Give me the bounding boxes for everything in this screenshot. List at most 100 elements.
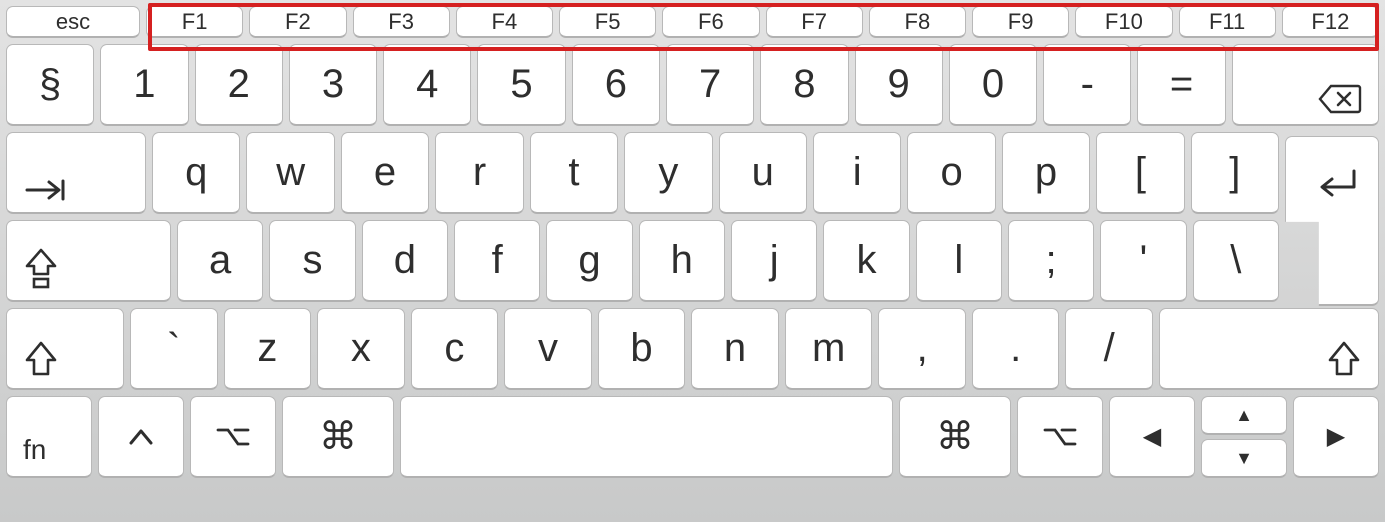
x-key[interactable]: x bbox=[317, 308, 405, 390]
i-key[interactable]: i bbox=[813, 132, 901, 214]
digit-4-label: 4 bbox=[416, 62, 438, 107]
e-key[interactable]: e bbox=[341, 132, 429, 214]
b-label: b bbox=[630, 326, 652, 371]
shift-icon bbox=[1326, 340, 1362, 378]
v-key[interactable]: v bbox=[504, 308, 592, 390]
f2-key[interactable]: F2 bbox=[249, 6, 346, 38]
j-label: j bbox=[770, 238, 779, 283]
o-key[interactable]: o bbox=[907, 132, 995, 214]
b-key[interactable]: b bbox=[598, 308, 686, 390]
control-icon bbox=[127, 427, 155, 447]
bracket-right-key[interactable]: ] bbox=[1191, 132, 1279, 214]
f5-key[interactable]: F5 bbox=[559, 6, 656, 38]
digit-6-key[interactable]: 6 bbox=[572, 44, 660, 126]
f11-key[interactable]: F11 bbox=[1179, 6, 1276, 38]
capslock-key[interactable] bbox=[6, 220, 171, 302]
r-key[interactable]: r bbox=[435, 132, 523, 214]
digit-4-key[interactable]: 4 bbox=[383, 44, 471, 126]
esc-key[interactable]: esc bbox=[6, 6, 140, 38]
f9-label: F9 bbox=[1008, 9, 1034, 35]
l-key[interactable]: l bbox=[916, 220, 1002, 302]
slash-key[interactable]: / bbox=[1065, 308, 1153, 390]
tab-icon bbox=[23, 178, 71, 202]
backslash-key[interactable]: \ bbox=[1193, 220, 1279, 302]
section-key[interactable]: § bbox=[6, 44, 94, 126]
c-key[interactable]: c bbox=[411, 308, 499, 390]
digit-3-key[interactable]: 3 bbox=[289, 44, 377, 126]
shift-icon bbox=[23, 340, 59, 378]
arrow-down-key[interactable]: ▼ bbox=[1201, 439, 1287, 478]
w-key[interactable]: w bbox=[246, 132, 334, 214]
arrow-up-key[interactable]: ▲ bbox=[1201, 396, 1287, 435]
digit-8-key[interactable]: 8 bbox=[760, 44, 848, 126]
f-key[interactable]: f bbox=[454, 220, 540, 302]
f7-key[interactable]: F7 bbox=[766, 6, 863, 38]
j-key[interactable]: j bbox=[731, 220, 817, 302]
digit-3-label: 3 bbox=[322, 62, 344, 107]
f10-key[interactable]: F10 bbox=[1075, 6, 1172, 38]
digit-7-key[interactable]: 7 bbox=[666, 44, 754, 126]
f-label: f bbox=[492, 238, 503, 283]
minus-key[interactable]: - bbox=[1043, 44, 1131, 126]
space-key[interactable] bbox=[400, 396, 893, 478]
n-key[interactable]: n bbox=[691, 308, 779, 390]
t-label: t bbox=[568, 150, 579, 195]
backspace-key[interactable] bbox=[1232, 44, 1379, 126]
left-command-key[interactable]: ⌘ bbox=[282, 396, 394, 478]
function-keys-row: esc F1 F2 F3 F4 F5 F6 F7 F8 F9 F10 F11 F… bbox=[6, 6, 1379, 38]
f8-key[interactable]: F8 bbox=[869, 6, 966, 38]
arrow-right-key[interactable]: ▶ bbox=[1293, 396, 1379, 478]
f3-key[interactable]: F3 bbox=[353, 6, 450, 38]
s-key[interactable]: s bbox=[269, 220, 355, 302]
g-label: g bbox=[578, 238, 600, 283]
a-key[interactable]: a bbox=[177, 220, 263, 302]
fn-key[interactable]: fn bbox=[6, 396, 92, 478]
period-key[interactable]: . bbox=[972, 308, 1060, 390]
f1-key[interactable]: F1 bbox=[146, 6, 243, 38]
backtick-label: ` bbox=[167, 326, 180, 371]
f9-key[interactable]: F9 bbox=[972, 6, 1069, 38]
z-key[interactable]: z bbox=[224, 308, 312, 390]
p-key[interactable]: p bbox=[1002, 132, 1090, 214]
backtick-key[interactable]: ` bbox=[130, 308, 218, 390]
digit-0-label: 0 bbox=[982, 62, 1004, 107]
d-key[interactable]: d bbox=[362, 220, 448, 302]
control-key[interactable] bbox=[98, 396, 184, 478]
g-key[interactable]: g bbox=[546, 220, 632, 302]
arrow-up-down-group: ▲ ▼ bbox=[1201, 396, 1287, 478]
right-command-key[interactable]: ⌘ bbox=[899, 396, 1011, 478]
p-label: p bbox=[1035, 150, 1057, 195]
arrow-left-key[interactable]: ◀ bbox=[1109, 396, 1195, 478]
f6-label: F6 bbox=[698, 9, 724, 35]
q-label: q bbox=[185, 150, 207, 195]
t-key[interactable]: t bbox=[530, 132, 618, 214]
q-key[interactable]: q bbox=[152, 132, 240, 214]
digit-5-key[interactable]: 5 bbox=[477, 44, 565, 126]
digit-1-key[interactable]: 1 bbox=[100, 44, 188, 126]
m-key[interactable]: m bbox=[785, 308, 873, 390]
f12-key[interactable]: F12 bbox=[1282, 6, 1379, 38]
digit-9-key[interactable]: 9 bbox=[855, 44, 943, 126]
left-option-key[interactable] bbox=[190, 396, 276, 478]
equals-key[interactable]: = bbox=[1137, 44, 1225, 126]
k-key[interactable]: k bbox=[823, 220, 909, 302]
f6-key[interactable]: F6 bbox=[662, 6, 759, 38]
u-key[interactable]: u bbox=[719, 132, 807, 214]
i-label: i bbox=[853, 150, 862, 195]
y-key[interactable]: y bbox=[624, 132, 712, 214]
tab-key[interactable] bbox=[6, 132, 146, 214]
right-option-key[interactable] bbox=[1017, 396, 1103, 478]
apostrophe-key[interactable]: ' bbox=[1100, 220, 1186, 302]
digit-2-key[interactable]: 2 bbox=[195, 44, 283, 126]
h-key[interactable]: h bbox=[639, 220, 725, 302]
bracket-left-key[interactable]: [ bbox=[1096, 132, 1184, 214]
qwerty-row: q w e r t y u i o p [ ] bbox=[6, 132, 1379, 214]
backslash-label: \ bbox=[1230, 238, 1241, 283]
w-label: w bbox=[276, 150, 305, 195]
right-shift-key[interactable] bbox=[1159, 308, 1379, 390]
comma-key[interactable]: , bbox=[878, 308, 966, 390]
f4-key[interactable]: F4 bbox=[456, 6, 553, 38]
left-shift-key[interactable] bbox=[6, 308, 124, 390]
digit-0-key[interactable]: 0 bbox=[949, 44, 1037, 126]
semicolon-key[interactable]: ; bbox=[1008, 220, 1094, 302]
